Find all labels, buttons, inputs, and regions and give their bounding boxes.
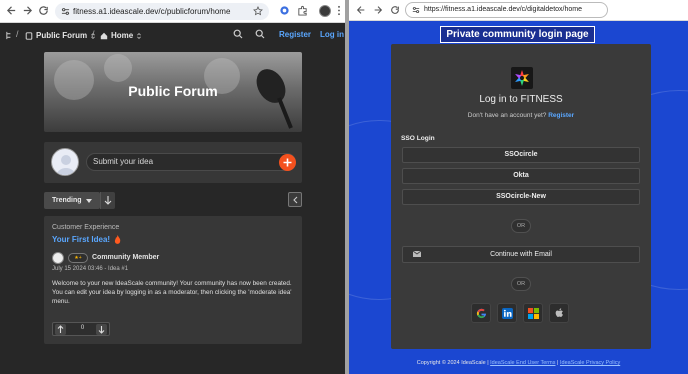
breadcrumb-separator: / — [92, 29, 95, 39]
sidebar-toggle-button[interactable] — [288, 192, 302, 207]
arrow-down-icon — [104, 196, 112, 205]
register-link[interactable]: Register — [279, 30, 311, 39]
trending-label: Trending — [52, 197, 82, 204]
idea-title-label: Your First Idea! — [52, 235, 111, 244]
browser-toolbar: fitness.a1.ideascale.dev/c/publicforum/h… — [0, 0, 345, 23]
author-avatar[interactable] — [52, 251, 64, 264]
home-icon — [100, 32, 108, 39]
footer-separator: | — [557, 360, 559, 366]
fire-icon — [114, 235, 121, 244]
address-bar-url: fitness.a1.ideascale.dev/c/publicforum/h… — [73, 7, 231, 16]
linkedin-icon — [498, 304, 516, 322]
author-badge-icon: ★+ — [68, 252, 88, 263]
or-divider: OR — [511, 219, 531, 233]
login-link[interactable]: Log in — [320, 30, 344, 39]
continue-with-email-label: Continue with Email — [490, 251, 552, 258]
breadcrumb-home-label: Home — [111, 31, 134, 40]
google-login-button[interactable] — [471, 303, 491, 323]
vote-widget: 0 — [52, 322, 110, 336]
linkedin-login-button[interactable] — [497, 303, 517, 323]
address-bar-url: https://fitness.a1.ideascale.dev/c/digit… — [424, 6, 582, 13]
or-divider: OR — [511, 277, 531, 291]
idea-category[interactable]: Customer Experience — [52, 224, 119, 231]
upvote-button[interactable] — [55, 324, 66, 335]
app-header: / Public Forum / Home Register Log in — [0, 23, 345, 47]
puzzle-icon[interactable] — [297, 5, 308, 16]
arrow-down-icon — [98, 326, 105, 334]
right-browser-pane: https://fitness.a1.ideascale.dev/c/digit… — [349, 0, 688, 374]
breadcrumb-community-label: Public Forum — [36, 31, 88, 40]
envelope-icon — [413, 251, 421, 257]
sso-section-label: SSO Login — [401, 135, 435, 142]
downvote-button[interactable] — [96, 324, 107, 335]
arrow-up-icon — [57, 325, 64, 333]
forward-icon[interactable] — [373, 5, 383, 15]
collapse-icon — [292, 196, 299, 204]
submit-idea-card: Submit your idea — [44, 142, 302, 183]
bookmark-star-icon[interactable] — [253, 6, 263, 16]
community-banner: Public Forum — [44, 52, 302, 132]
login-title: Log in to FITNESS — [479, 94, 563, 105]
breadcrumb-community[interactable]: Public Forum — [25, 31, 96, 40]
book-icon — [25, 31, 33, 40]
advanced-search-icon[interactable] — [255, 29, 265, 39]
signup-prompt: Don't have an account yet? Register — [391, 112, 651, 119]
caret-down-icon — [86, 199, 92, 203]
site-settings-icon[interactable] — [61, 7, 70, 16]
user-avatar — [51, 148, 79, 176]
forward-icon[interactable] — [22, 5, 33, 16]
idea-meta: July 15 2024 03:46 - Idea #1 — [52, 266, 129, 272]
idea-author-row: ★+ Community Member — [52, 250, 159, 265]
back-icon[interactable] — [6, 5, 17, 16]
banner-title: Public Forum — [128, 83, 218, 99]
search-icon[interactable] — [233, 29, 243, 39]
add-idea-button[interactable] — [279, 154, 296, 171]
reload-icon[interactable] — [390, 5, 400, 15]
idea-title[interactable]: Your First Idea! — [52, 235, 121, 244]
breadcrumb-home[interactable]: Home — [100, 31, 142, 40]
left-browser-pane: fitness.a1.ideascale.dev/c/publicforum/h… — [0, 0, 345, 374]
page-label: Private community login page — [440, 26, 595, 43]
register-link[interactable]: Register — [548, 112, 574, 119]
vote-count: 0 — [80, 325, 85, 331]
sort-direction-button[interactable] — [100, 192, 115, 209]
copyright-text: Copyright © 2024 IdeaScale — [416, 360, 486, 366]
site-settings-icon[interactable] — [412, 6, 420, 14]
banner-bokeh — [104, 54, 132, 82]
extension-icon[interactable] — [279, 5, 290, 16]
address-bar[interactable]: fitness.a1.ideascale.dev/c/publicforum/h… — [55, 3, 269, 20]
footer-separator: | — [487, 360, 489, 366]
sso-button-okta[interactable]: Okta — [402, 168, 640, 184]
profile-avatar[interactable] — [319, 5, 331, 17]
terms-link[interactable]: IdeaScale End User Terms — [490, 360, 555, 366]
more-menu-icon[interactable] — [337, 5, 341, 16]
address-bar[interactable]: https://fitness.a1.ideascale.dev/c/digit… — [405, 2, 608, 18]
community-switcher-icon[interactable] — [5, 31, 14, 40]
microsoft-icon — [524, 304, 542, 322]
apple-login-button[interactable] — [549, 303, 569, 323]
page-footer: Copyright © 2024 IdeaScale | IdeaScale E… — [349, 360, 688, 366]
browser-toolbar: https://fitness.a1.ideascale.dev/c/digit… — [349, 0, 688, 21]
signup-prompt-text: Don't have an account yet? — [467, 112, 547, 119]
apple-icon — [550, 304, 568, 322]
sso-button-ssocircle-new[interactable]: SSOcircle-New — [402, 189, 640, 205]
trending-dropdown[interactable]: Trending — [44, 192, 100, 209]
back-icon[interactable] — [356, 5, 366, 15]
breadcrumb-separator: / — [16, 29, 19, 39]
microsoft-login-button[interactable] — [523, 303, 543, 323]
idea-card[interactable]: Customer Experience Your First Idea! ★+ … — [44, 216, 302, 344]
google-icon — [472, 304, 490, 322]
chevron-updown-icon — [137, 32, 142, 39]
author-name[interactable]: Community Member — [92, 254, 159, 261]
continue-with-email-button[interactable]: Continue with Email — [402, 246, 640, 263]
reload-icon[interactable] — [38, 5, 49, 16]
fitness-logo — [511, 67, 533, 89]
login-card: Log in to FITNESS Don't have an account … — [391, 44, 651, 349]
plus-icon — [283, 158, 292, 167]
idea-description: Welcome to your new IdeaScale community!… — [52, 280, 292, 305]
privacy-policy-link[interactable]: IdeaScale Privacy Policy — [560, 360, 620, 366]
sso-button-ssocircle[interactable]: SSOcircle — [402, 147, 640, 163]
submit-idea-input[interactable]: Submit your idea — [86, 153, 296, 171]
